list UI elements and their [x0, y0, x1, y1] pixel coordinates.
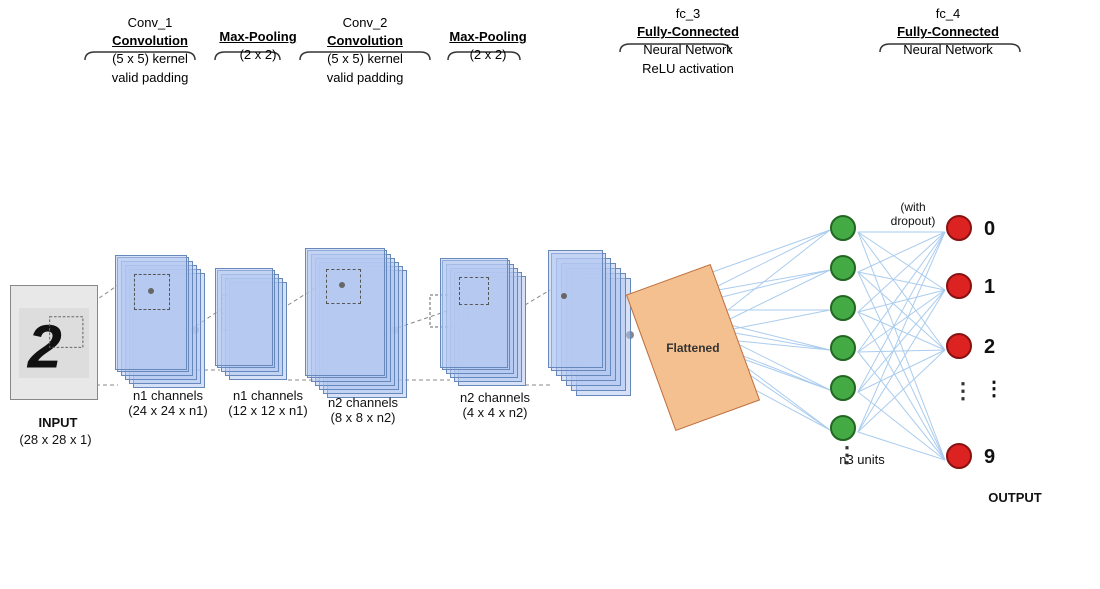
- conv2-sub: Convolution: [327, 33, 403, 48]
- flatten-block: Flattened: [626, 264, 760, 431]
- maxpool2-label: Max-Pooling (2 x 2): [448, 28, 528, 64]
- n2-dims-2: (4 x 4 x n2): [440, 405, 550, 420]
- maxpool1-label: Max-Pooling (2 x 2): [218, 28, 298, 64]
- flatten-text: Flattened: [666, 341, 719, 355]
- output-label: OUTPUT: [975, 490, 1055, 505]
- cnn-diagram: INPUT (28 x 28 x 1) 2 Conv_1 Convolution…: [0, 0, 1100, 589]
- green-dots: ⋮: [836, 442, 858, 468]
- fc3-title: fc_3: [676, 6, 701, 21]
- output-node-9: [946, 443, 972, 469]
- n1-channels-1: n1 channels: [118, 388, 218, 403]
- fc3-node-4: [830, 335, 856, 361]
- conv1-padding: valid padding: [112, 70, 189, 85]
- n2-channels-2: n2 channels: [440, 390, 550, 405]
- input-dims: (28 x 28 x 1): [8, 432, 103, 447]
- conv2-padding: valid padding: [327, 70, 404, 85]
- output-digit-0: 0: [984, 218, 995, 241]
- maxpool1-title: Max-Pooling: [219, 29, 296, 44]
- fc3-node-2: [830, 255, 856, 281]
- fc4-label: fc_4 Fully-Connected Neural Network: [878, 5, 1018, 60]
- n1-dims-2: (12 x 12 x n1): [218, 403, 318, 418]
- n2-channels-1: n2 channels: [308, 395, 418, 410]
- fc3-sub: Fully-Connected: [637, 24, 739, 39]
- n3-units: n3 units: [822, 452, 902, 467]
- fc4-title: fc_4: [936, 6, 961, 21]
- input-label: INPUT: [18, 415, 98, 430]
- maxpool1-size: (2 x 2): [240, 47, 277, 62]
- fc3-type: Neural Network: [643, 42, 733, 57]
- maxpool2-title: Max-Pooling: [449, 29, 526, 44]
- fc4-sub: Fully-Connected: [897, 24, 999, 39]
- svg-text:2: 2: [27, 312, 62, 378]
- fc3-label: fc_3 Fully-Connected Neural Network ReLU…: [628, 5, 748, 78]
- conv2-title: Conv_2: [343, 15, 388, 30]
- fc3-node-1: [830, 215, 856, 241]
- digit-2-svg: 2: [19, 308, 89, 378]
- output-node-2: [946, 333, 972, 359]
- n2-dims-1: (8 x 8 x n2): [308, 410, 418, 425]
- fc4-type: Neural Network: [903, 42, 993, 57]
- red-dots: ⋮: [952, 378, 974, 404]
- fc3-node-6: [830, 415, 856, 441]
- output-digit-dots: ⋮: [984, 376, 1004, 401]
- n1-dims-1: (24 x 24 x n1): [118, 403, 218, 418]
- fc3-act: ReLU activation: [642, 61, 734, 76]
- output-node-1: [946, 273, 972, 299]
- dropout-text: (withdropout): [868, 200, 958, 228]
- output-digit-2: 2: [984, 336, 995, 359]
- conv2-label: Conv_2 Convolution (5 x 5) kernel valid …: [310, 14, 420, 87]
- fc3-node-3: [830, 295, 856, 321]
- conv2-kernel: (5 x 5) kernel: [327, 51, 403, 66]
- output-node-0: [946, 215, 972, 241]
- output-digit-1: 1: [984, 276, 995, 299]
- input-image: 2: [10, 285, 98, 400]
- output-digit-9: 9: [984, 446, 995, 469]
- conv1-sub: Convolution: [112, 33, 188, 48]
- n1-channels-2: n1 channels: [218, 388, 318, 403]
- conv1-title: Conv_1: [128, 15, 173, 30]
- conv1-kernel: (5 x 5) kernel: [112, 51, 188, 66]
- maxpool2-size: (2 x 2): [470, 47, 507, 62]
- fc3-node-5: [830, 375, 856, 401]
- conv1-label: Conv_1 Convolution (5 x 5) kernel valid …: [95, 14, 205, 87]
